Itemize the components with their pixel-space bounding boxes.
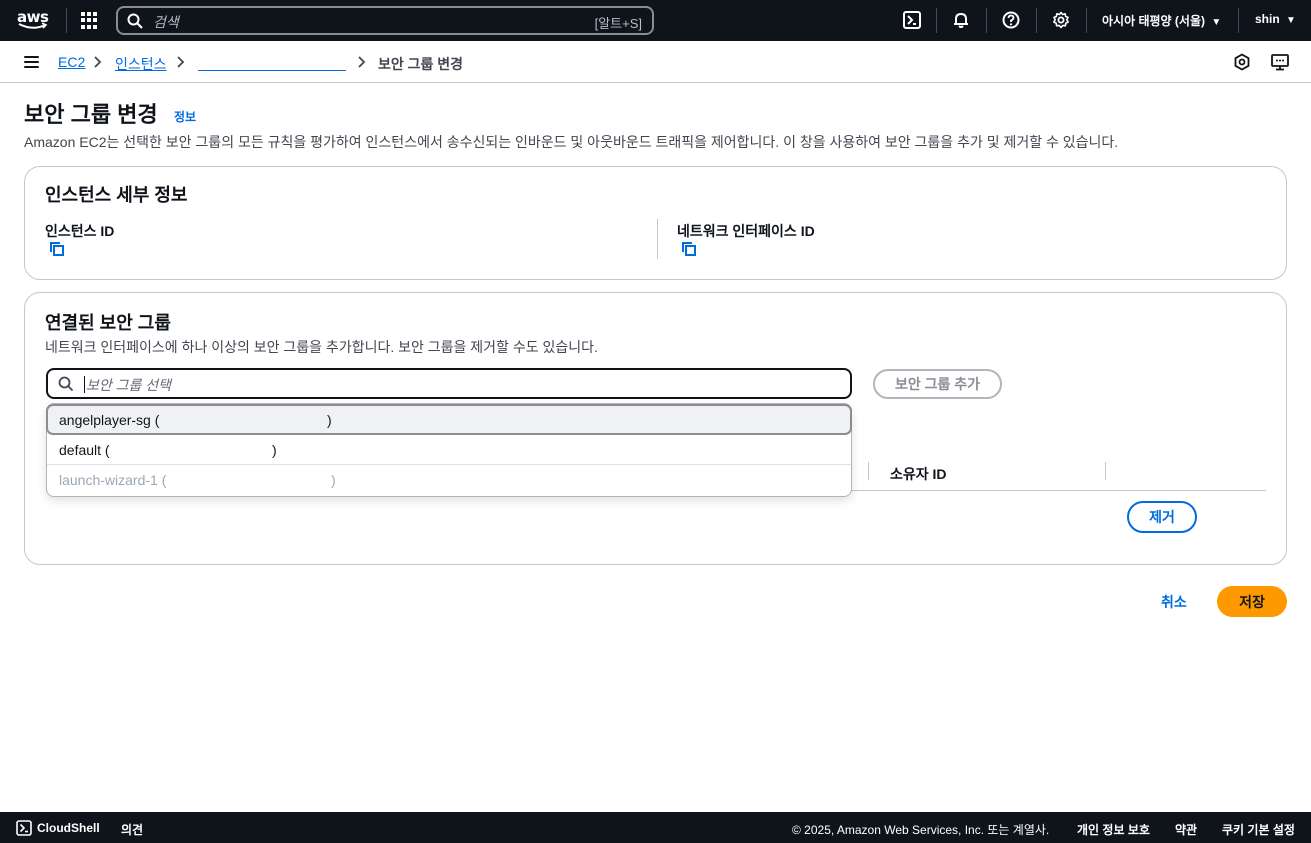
search-placeholder: 검색 <box>153 14 179 30</box>
aws-smile-icon <box>18 22 48 29</box>
chevron-right-icon <box>177 56 185 68</box>
cloudshell-icon[interactable] <box>16 820 32 836</box>
breadcrumb-ec2[interactable]: EC2 <box>58 54 85 70</box>
nav-divider <box>986 8 987 33</box>
column-divider <box>657 219 658 259</box>
bell-icon[interactable] <box>952 11 970 29</box>
select-placeholder: 보안 그룹 선택 <box>86 377 172 393</box>
terms-link[interactable]: 약관 <box>1175 821 1197 838</box>
nav-divider <box>936 8 937 33</box>
search-shortcut: [알트+S] <box>594 16 642 31</box>
instance-details-title: 인스턴스 세부 정보 <box>45 185 188 205</box>
privacy-link[interactable]: 개인 정보 보호 <box>1077 821 1150 838</box>
option-default[interactable]: default ( ) <box>47 435 851 465</box>
add-security-group-button[interactable]: 보안 그룹 추가 <box>873 369 1002 399</box>
text-cursor <box>84 376 85 393</box>
associated-groups-title: 연결된 보안 그룹 <box>45 313 171 333</box>
copy-icon[interactable] <box>49 241 65 257</box>
chevron-right-icon <box>358 56 366 68</box>
menu-icon[interactable] <box>24 56 39 68</box>
caret-down-icon: ▼ <box>1286 15 1296 26</box>
user-menu[interactable]: shin ▼ <box>1255 12 1296 26</box>
option-label: launch-wizard-1 ( <box>59 472 167 488</box>
settings-icon[interactable] <box>1052 11 1070 29</box>
column-divider <box>1105 462 1106 480</box>
associated-groups-description: 네트워크 인터페이스에 하나 이상의 보안 그룹을 추가합니다. 보안 그룹을 … <box>45 339 598 355</box>
cookie-preferences-link[interactable]: 쿠키 기본 설정 <box>1222 821 1295 838</box>
instance-id-label: 인스턴스 ID <box>45 223 115 239</box>
option-suffix: ) <box>327 412 332 428</box>
nav-divider <box>66 8 67 33</box>
instance-details-card: 인스턴스 세부 정보 인스턴스 ID 네트워크 인터페이스 ID <box>24 166 1287 280</box>
breadcrumb-instance-id[interactable] <box>198 70 346 71</box>
option-launch-wizard-1: launch-wizard-1 ( ) <box>47 465 851 495</box>
breadcrumb-bar: EC2 인스턴스 보안 그룹 변경 <box>0 41 1311 83</box>
security-group-dropdown: angelplayer-sg ( ) default ( ) launch-wi… <box>46 403 852 497</box>
apps-grid-icon[interactable] <box>81 12 98 29</box>
remove-button[interactable]: 제거 <box>1127 501 1197 533</box>
nav-divider <box>1086 8 1087 33</box>
search-icon <box>127 13 143 29</box>
cancel-button[interactable]: 취소 <box>1161 592 1187 612</box>
nav-divider <box>1238 8 1239 33</box>
cloudshell-icon[interactable] <box>903 11 921 29</box>
security-group-select[interactable]: 보안 그룹 선택 <box>46 368 852 399</box>
region-label: 아시아 태평양 (서울) <box>1102 14 1205 28</box>
settings-hexagon-icon[interactable] <box>1233 53 1251 71</box>
option-angelplayer-sg[interactable]: angelplayer-sg ( ) <box>46 404 852 435</box>
save-button[interactable]: 저장 <box>1217 586 1287 617</box>
breadcrumb-instances[interactable]: 인스턴스 <box>115 54 167 74</box>
top-navigation: aws 검색 [알트+S] 아시아 태평양 (서울) ▼ shin ▼ <box>0 0 1311 41</box>
user-label: shin <box>1255 12 1280 26</box>
column-divider <box>868 462 869 480</box>
network-interface-id-label: 네트워크 인터페이스 ID <box>677 223 815 239</box>
page-title: 보안 그룹 변경 <box>24 102 158 127</box>
option-label: default ( <box>59 442 110 458</box>
aws-logo[interactable]: aws <box>16 8 50 32</box>
page-description: Amazon EC2는 선택한 보안 그룹의 모든 규칙을 평가하여 인스턴스에… <box>24 134 1119 150</box>
page-footer: CloudShell 의견 © 2025, Amazon Web Service… <box>0 812 1311 843</box>
copyright-text: © 2025, Amazon Web Services, Inc. 또는 계열사… <box>792 823 1050 837</box>
breadcrumb-current: 보안 그룹 변경 <box>378 56 464 72</box>
cloudshell-link[interactable]: CloudShell <box>37 821 100 835</box>
caret-down-icon: ▼ <box>1211 17 1222 28</box>
chevron-right-icon <box>94 56 102 68</box>
search-icon <box>58 376 74 392</box>
option-label: angelplayer-sg ( <box>59 412 160 428</box>
option-suffix: ) <box>331 472 336 488</box>
global-search[interactable]: 검색 [알트+S] <box>116 6 654 35</box>
monitor-feedback-icon[interactable] <box>1271 53 1289 71</box>
feedback-link[interactable]: 의견 <box>121 821 143 838</box>
help-icon[interactable] <box>1002 11 1020 29</box>
region-selector[interactable]: 아시아 태평양 (서울) ▼ <box>1102 12 1221 29</box>
option-suffix: ) <box>272 442 277 458</box>
nav-divider <box>1036 8 1037 33</box>
owner-id-header[interactable]: 소유자 ID <box>890 464 947 484</box>
copy-icon[interactable] <box>681 241 697 257</box>
info-link[interactable]: 정보 <box>174 108 196 125</box>
